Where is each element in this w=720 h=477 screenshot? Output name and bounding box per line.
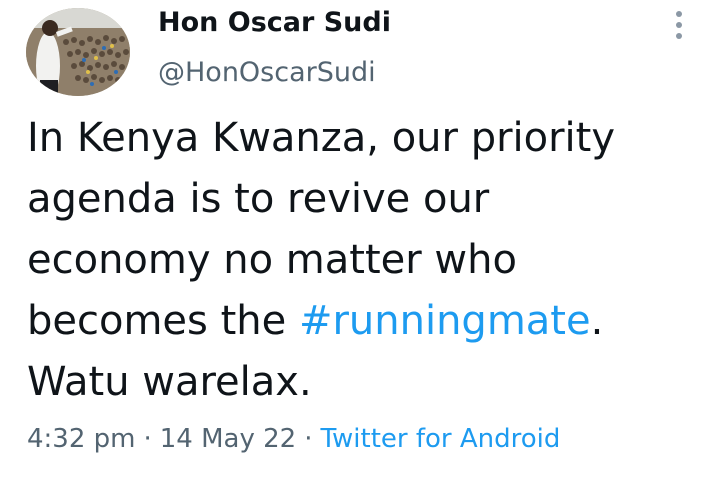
tweet-text-line: agenda is to revive our	[27, 176, 490, 222]
tweet-text-line: In Kenya Kwanza, our priority	[27, 115, 616, 161]
tweet-card: Hon Oscar Sudi @HonOscarSudi In Kenya Kw…	[0, 0, 720, 477]
author-display-name[interactable]: Hon Oscar Sudi	[158, 6, 391, 40]
meta-separator: ·	[143, 424, 152, 454]
tweet-date[interactable]: 14 May 22	[160, 424, 296, 454]
tweet-text: In Kenya Kwanza, our priority agenda is …	[27, 108, 707, 413]
more-vertical-icon[interactable]	[668, 8, 690, 42]
tweet-text-line: economy no matter who	[27, 237, 517, 283]
tweet-text-line: becomes the #runningmate.	[27, 291, 707, 352]
avatar-photo	[26, 8, 130, 96]
tweet-text-fragment: becomes the	[27, 298, 299, 344]
more-dot	[676, 33, 682, 39]
more-dot	[676, 11, 682, 17]
tweet-meta: 4:32 pm · 14 May 22 · Twitter for Android	[27, 422, 560, 456]
author-handle[interactable]: @HonOscarSudi	[158, 56, 376, 90]
avatar[interactable]	[26, 8, 130, 96]
more-dot	[676, 22, 682, 28]
tweet-text-fragment: .	[590, 298, 604, 344]
meta-separator: ·	[304, 424, 313, 454]
tweet-source-link[interactable]: Twitter for Android	[320, 424, 560, 454]
hashtag-link[interactable]: #runningmate	[299, 298, 591, 344]
tweet-text-line: Watu warelax.	[27, 359, 312, 405]
tweet-time[interactable]: 4:32 pm	[27, 424, 135, 454]
